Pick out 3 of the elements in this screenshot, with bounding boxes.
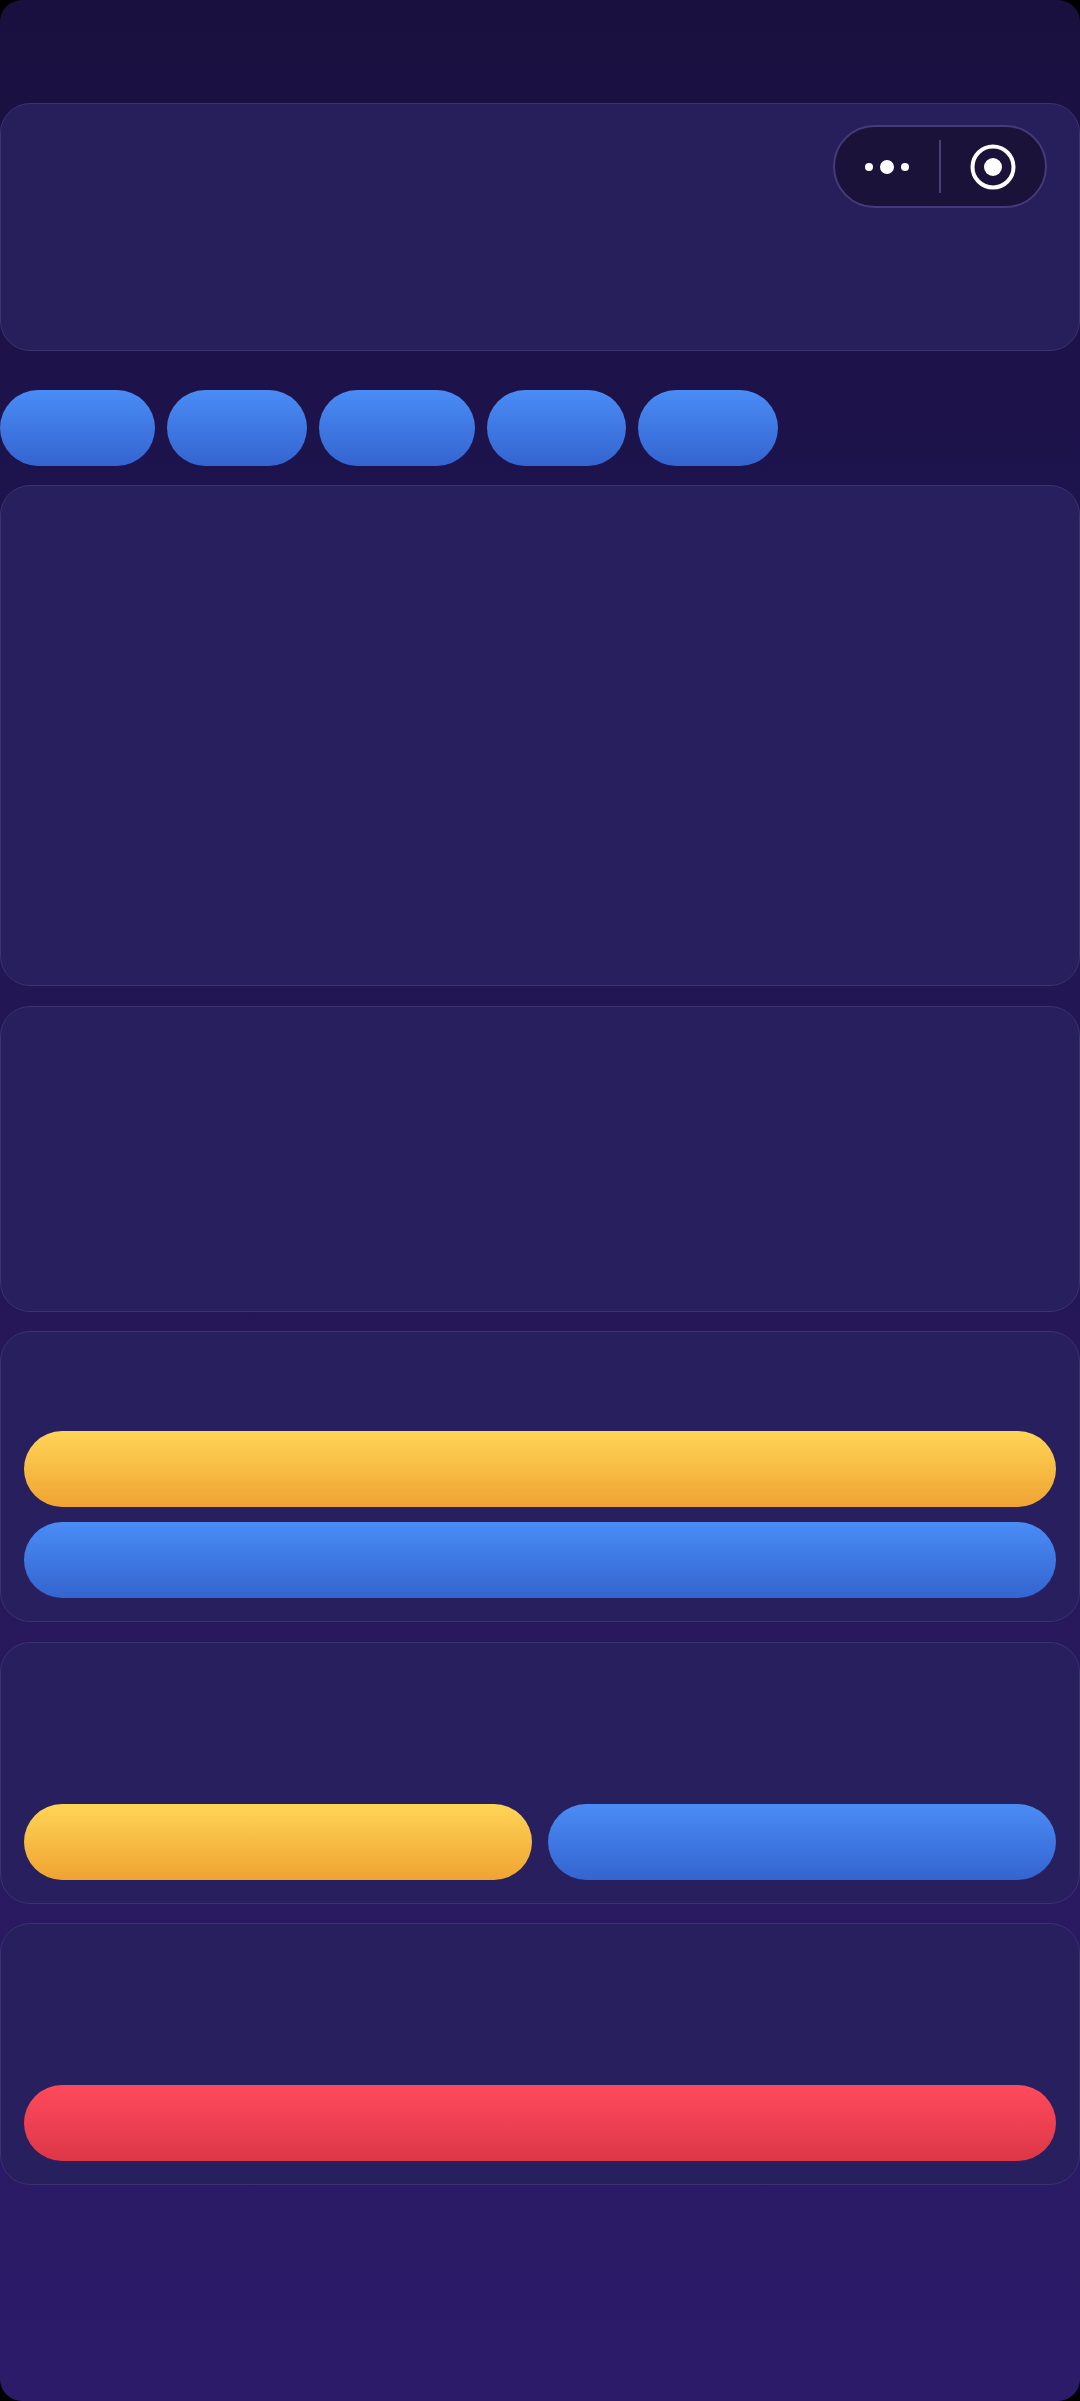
pill-button[interactable]	[0, 390, 155, 466]
dots-icon	[865, 159, 909, 174]
target-icon	[970, 143, 1016, 190]
